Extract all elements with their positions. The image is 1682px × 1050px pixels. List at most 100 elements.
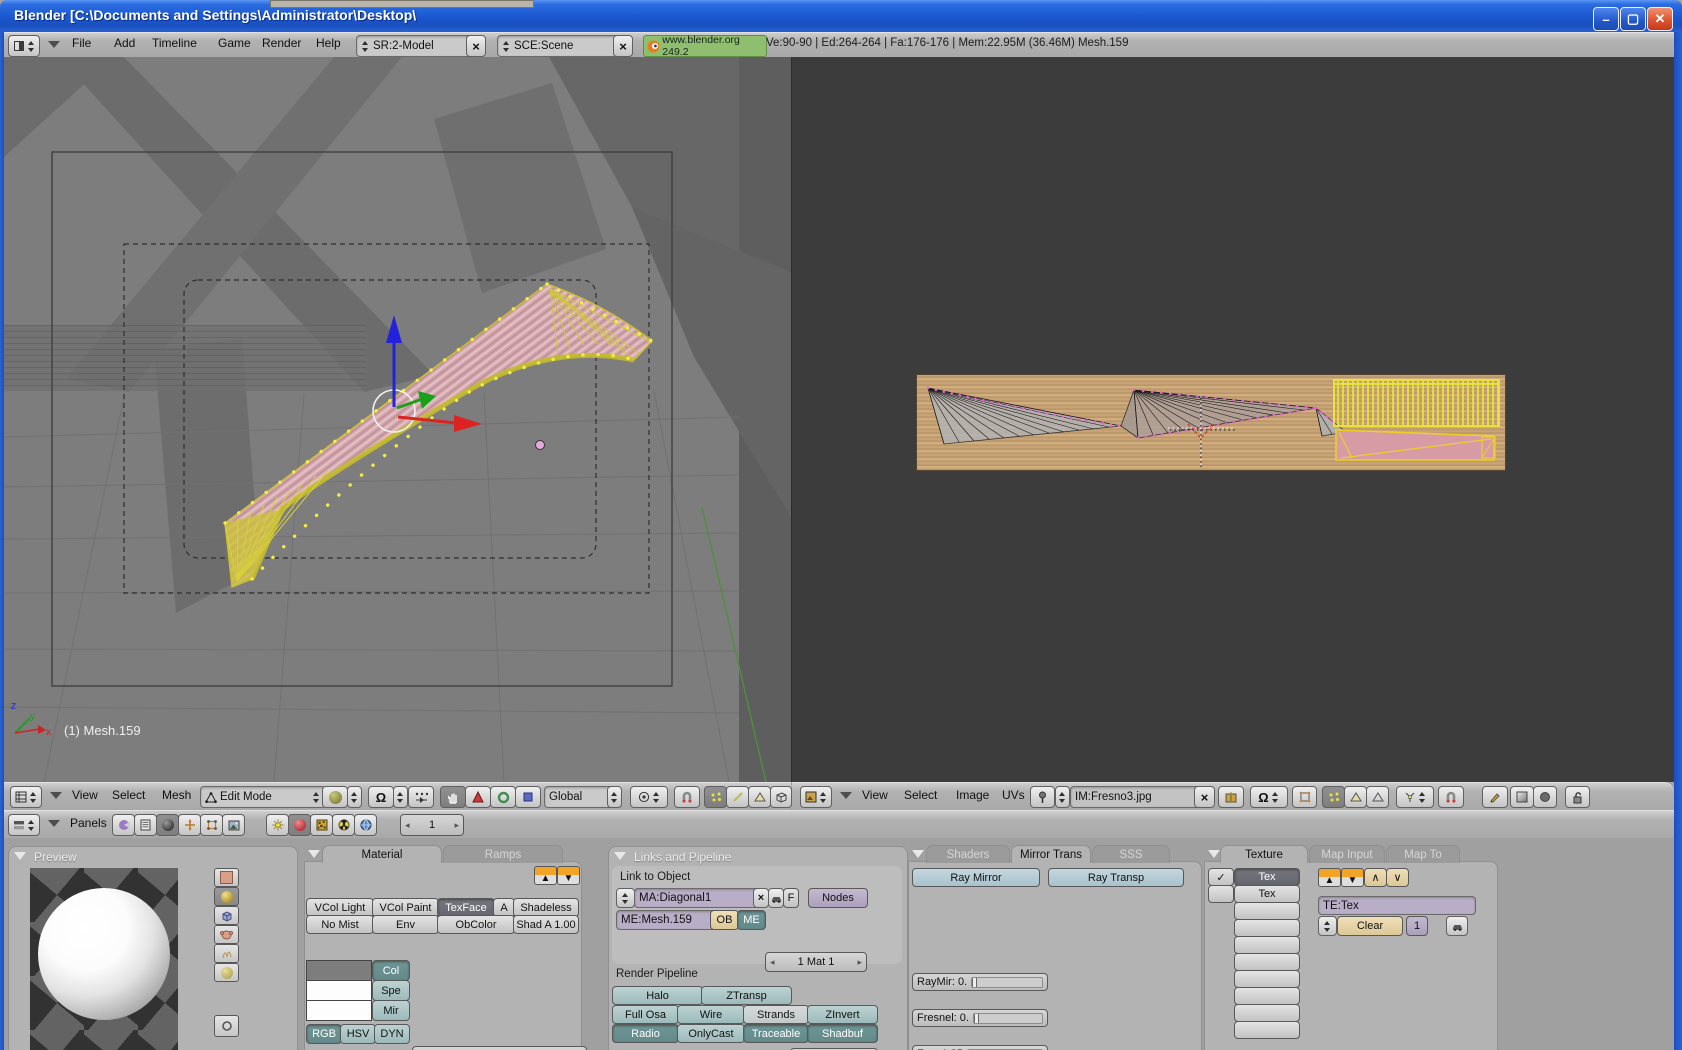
manipulator-rotate-button[interactable]	[490, 786, 516, 808]
edge-select-button[interactable]	[726, 786, 749, 808]
lamp-subcontext-button[interactable]	[266, 814, 289, 836]
ztransp-toggle[interactable]: ZTransp	[701, 986, 792, 1005]
fresnel-mirror-slider[interactable]: Fresnel: 0.	[912, 1009, 1048, 1027]
texture-name-field[interactable]: TE:Tex	[1318, 896, 1476, 915]
ob-button[interactable]: OB	[710, 910, 739, 930]
uv-face-select-button[interactable]	[1344, 786, 1367, 808]
vertex-select-button[interactable]	[704, 786, 727, 808]
uv-vertex-select-button[interactable]	[1322, 786, 1345, 808]
uv-image-editor[interactable]	[792, 57, 1674, 782]
strands-button[interactable]: Strands	[743, 1005, 809, 1024]
material-subcontext-button[interactable]	[288, 814, 311, 836]
editor-type-button[interactable]	[8, 35, 40, 57]
nodes-button[interactable]: Nodes	[808, 888, 868, 908]
texture-collapse-icon[interactable]	[1208, 850, 1220, 858]
material-auto-name-button[interactable]	[768, 888, 784, 908]
draw-mode-arrows[interactable]	[347, 786, 362, 808]
material-move-up-button[interactable]: ▲	[534, 866, 557, 885]
texture-slot-enabled-check[interactable]: ✓	[1208, 868, 1234, 886]
snap-magnet-button[interactable]	[674, 786, 700, 808]
onlycast-toggle[interactable]: OnlyCast	[677, 1024, 745, 1043]
material-name-field[interactable]: MA:Diagonal1	[634, 888, 762, 908]
material-collapse-icon[interactable]	[308, 850, 320, 858]
uv-menu-view[interactable]: View	[862, 788, 888, 802]
menu-add[interactable]: Add	[114, 36, 135, 50]
traceable-toggle[interactable]: Traceable	[743, 1024, 809, 1043]
mesh-name-field[interactable]: ME:Mesh.159	[616, 910, 718, 930]
viewport-3d[interactable]: z y x (1) Mesh.159	[4, 57, 792, 782]
color-swatch-spe[interactable]	[306, 980, 372, 1002]
texture-slot-check-2[interactable]	[1208, 885, 1234, 903]
maximize-button[interactable]: ▢	[1620, 7, 1646, 31]
radio-toggle[interactable]: Radio	[612, 1024, 679, 1043]
radiosity-subcontext-button[interactable]	[332, 814, 355, 836]
texture-slot-0[interactable]: Tex	[1234, 868, 1300, 886]
tab-material[interactable]: Material	[322, 845, 442, 863]
material-unlink-button[interactable]: ×	[753, 888, 769, 908]
raymir-slider[interactable]: RayMir: 0.	[912, 973, 1048, 991]
panels-menu[interactable]: Panels	[70, 816, 107, 830]
material-index-field[interactable]: 1 Mat 1	[765, 952, 867, 972]
image-pack-button[interactable]	[1218, 786, 1244, 808]
me-button[interactable]: ME	[737, 910, 766, 930]
uv-editor-type-button[interactable]	[800, 786, 832, 808]
uv-menu-uvs[interactable]: UVs	[1002, 788, 1025, 802]
texture-users-count[interactable]: 1	[1406, 916, 1428, 936]
viewport-collapse-menus-icon[interactable]	[50, 792, 62, 799]
texture-subcontext-button[interactable]	[310, 814, 333, 836]
ray-transp-toggle[interactable]: Ray Transp	[1048, 868, 1184, 887]
tab-sss[interactable]: SSS	[1092, 845, 1170, 863]
viewport-3d-canvas[interactable]: z y x (1) Mesh.159	[4, 57, 791, 782]
texture-slot-5[interactable]	[1234, 953, 1300, 971]
preview-sphere-sky-button[interactable]	[214, 963, 239, 982]
preview-sphere-button[interactable]	[214, 887, 239, 906]
snap-settings-button[interactable]	[408, 786, 434, 808]
collapse-menus-icon[interactable]	[48, 41, 60, 48]
uv-rect-select-button[interactable]	[1292, 786, 1317, 808]
viewport-menu-select[interactable]: Select	[112, 788, 145, 802]
color-swatch-mir[interactable]	[306, 1000, 372, 1021]
texture-auto-name-button[interactable]	[1446, 916, 1468, 936]
viewport-editor-type-button[interactable]	[10, 786, 42, 808]
texture-slot-6[interactable]	[1234, 970, 1300, 988]
env-toggle[interactable]: Env	[372, 915, 439, 934]
orientation-dropdown[interactable]: Global	[544, 786, 616, 808]
image-unlink-button[interactable]: ×	[1194, 786, 1215, 808]
script-context-button[interactable]	[134, 814, 157, 836]
scene-delete-button[interactable]: ×	[613, 35, 633, 57]
occlude-geometry-button[interactable]	[770, 786, 792, 808]
rgb-button[interactable]: RGB	[306, 1024, 342, 1044]
texture-slot-7[interactable]	[1234, 987, 1300, 1005]
pin-image-button[interactable]	[1030, 786, 1055, 808]
mode-dropdown[interactable]: Edit Mode	[200, 786, 326, 808]
image-browse-arrows[interactable]	[1055, 786, 1070, 808]
viewport-menu-view[interactable]: View	[72, 788, 98, 802]
uv-menu-image[interactable]: Image	[956, 788, 989, 802]
uv-lock-button[interactable]	[1565, 786, 1590, 808]
links-collapse-icon[interactable]	[614, 852, 626, 860]
texture-slot-2[interactable]	[1234, 902, 1300, 920]
pivot-dropdown[interactable]	[630, 786, 668, 808]
preview-cube-button[interactable]	[214, 906, 239, 925]
proportional-arrows[interactable]	[393, 786, 408, 808]
material-move-down-button[interactable]: ▼	[557, 866, 580, 885]
hsv-button[interactable]: HSV	[340, 1024, 376, 1044]
clear-texture-button[interactable]: Clear	[1337, 916, 1403, 936]
full-osa-toggle[interactable]: Full Osa	[612, 1005, 679, 1024]
preview-hair-button[interactable]	[214, 944, 239, 963]
scene-selector[interactable]: SCE:Scene	[497, 35, 619, 57]
menu-help[interactable]: Help	[316, 36, 341, 50]
viewport-menu-mesh[interactable]: Mesh	[162, 788, 191, 802]
menu-file[interactable]: File	[72, 36, 91, 50]
editing-context-button[interactable]	[200, 814, 223, 836]
obcolor-toggle[interactable]: ObColor	[437, 915, 515, 934]
minimize-button[interactable]: –	[1593, 7, 1619, 31]
uv-menu-select[interactable]: Select	[904, 788, 937, 802]
mir-button[interactable]: Mir	[372, 1000, 410, 1021]
zinvert-toggle[interactable]: ZInvert	[807, 1005, 878, 1024]
no-mist-toggle[interactable]: No Mist	[306, 915, 374, 934]
spe-button[interactable]: Spe	[372, 980, 410, 1001]
ray-mirror-toggle[interactable]: Ray Mirror	[912, 868, 1040, 887]
tab-map-to[interactable]: Map To	[1386, 845, 1460, 863]
tab-texture[interactable]: Texture	[1220, 845, 1308, 863]
